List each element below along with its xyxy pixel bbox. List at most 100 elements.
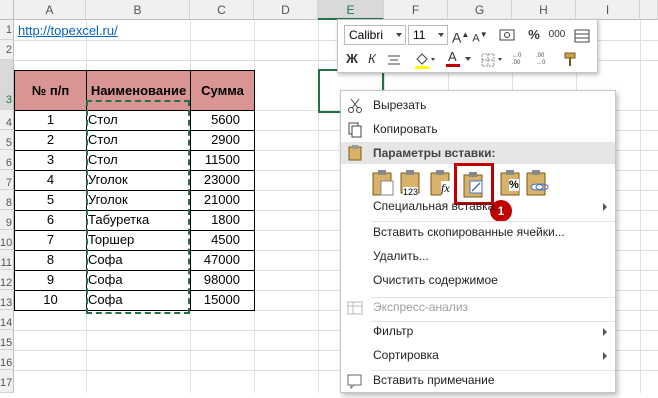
menu-item-clear[interactable]: Очистить содержимое bbox=[341, 268, 615, 293]
format-painter-icon bbox=[564, 52, 576, 66]
column-header-a[interactable]: A bbox=[14, 0, 86, 20]
chevron-down-icon bbox=[465, 57, 471, 61]
borders-button[interactable] bbox=[478, 49, 506, 69]
font-name-dropdown[interactable]: Calibri bbox=[344, 25, 406, 45]
chevron-right-icon bbox=[603, 203, 607, 211]
increase-decimal-button[interactable]: ←0 .00 bbox=[510, 49, 530, 69]
merge-icon bbox=[574, 29, 590, 43]
row-header-5[interactable]: 5 bbox=[0, 130, 14, 150]
menu-item-insert-comment-label: Вставить примечание bbox=[373, 373, 495, 387]
table-header-number[interactable]: № п/п bbox=[14, 70, 87, 111]
format-painter-button[interactable] bbox=[560, 49, 580, 69]
bold-button[interactable]: Ж bbox=[344, 49, 360, 69]
row-header-6[interactable]: 6 bbox=[0, 150, 14, 170]
table-cell-sum[interactable]: 15000 bbox=[190, 290, 255, 311]
menu-item-clear-label: Очистить содержимое bbox=[373, 273, 498, 287]
font-name-value: Calibri bbox=[349, 28, 384, 42]
row-header-10[interactable]: 10 bbox=[0, 230, 14, 250]
menu-item-quick-analysis-label: Экспресс-анализ bbox=[373, 300, 469, 314]
paste-options-header: Параметры вставки: bbox=[341, 142, 615, 164]
column-header-d[interactable]: D bbox=[254, 0, 318, 20]
font-size-dropdown[interactable]: 11 bbox=[408, 25, 448, 45]
copy-icon bbox=[347, 122, 363, 138]
table-cell-number[interactable]: 4 bbox=[14, 170, 87, 191]
column-header-i[interactable]: I bbox=[576, 0, 640, 20]
column-header-b[interactable]: B bbox=[86, 0, 190, 20]
row-header-14[interactable]: 14 bbox=[0, 310, 14, 330]
menu-item-insert-comment[interactable]: Вставить примечание bbox=[341, 368, 615, 393]
menu-item-cut-label: Вырезать bbox=[373, 98, 427, 112]
table-cell-number[interactable]: 2 bbox=[14, 130, 87, 151]
column-header-e[interactable]: E bbox=[318, 0, 384, 20]
comment-icon bbox=[347, 373, 363, 390]
italic-button[interactable]: К bbox=[364, 49, 380, 69]
column-header-h[interactable]: H bbox=[512, 0, 576, 20]
number-format-button[interactable] bbox=[494, 25, 522, 45]
table-cell-number[interactable]: 8 bbox=[14, 250, 87, 271]
fill-color-button[interactable] bbox=[410, 49, 438, 69]
row-header-16[interactable]: 16 bbox=[0, 350, 14, 370]
row-header-15[interactable]: 15 bbox=[0, 330, 14, 350]
mini-toolbar: Calibri 11 A▲ A▼ % 000 Ж К A ←0 .00 .00 … bbox=[337, 19, 598, 73]
menu-item-filter[interactable]: Фильтр bbox=[341, 319, 615, 344]
column-header-c[interactable]: C bbox=[190, 0, 254, 20]
row-header-13[interactable]: 13 bbox=[0, 290, 14, 310]
menu-item-copy[interactable]: Копировать bbox=[341, 117, 615, 142]
table-cell-number[interactable]: 9 bbox=[14, 270, 87, 291]
thousands-separator-button[interactable]: 000 bbox=[546, 25, 568, 45]
row-header-9[interactable]: 9 bbox=[0, 210, 14, 230]
menu-item-insert-copied-label: Вставить скопированные ячейки... bbox=[373, 225, 565, 239]
row-header-4[interactable]: 4 bbox=[0, 110, 14, 130]
svg-text:→0: →0 bbox=[536, 60, 546, 65]
row-header-2[interactable]: 2 bbox=[0, 40, 14, 60]
row-header-12[interactable]: 12 bbox=[0, 270, 14, 290]
table-cell-sum[interactable]: 4500 bbox=[190, 230, 255, 251]
quick-analysis-icon bbox=[347, 300, 363, 316]
table-cell-sum[interactable]: 11500 bbox=[190, 150, 255, 171]
menu-item-cut[interactable]: Вырезать bbox=[341, 93, 615, 118]
menu-item-paste-special[interactable]: Специальная вставка... bbox=[341, 194, 615, 219]
table-cell-sum[interactable]: 1800 bbox=[190, 210, 255, 231]
menu-item-delete[interactable]: Удалить... bbox=[341, 244, 615, 269]
grow-font-icon: A bbox=[452, 29, 462, 46]
chevron-right-icon bbox=[603, 352, 607, 360]
table-header-sum[interactable]: Сумма bbox=[190, 70, 255, 111]
merge-center-button[interactable] bbox=[572, 25, 592, 45]
menu-item-sort[interactable]: Сортировка bbox=[341, 343, 615, 368]
row-header-17[interactable]: 17 bbox=[0, 370, 14, 393]
select-all-corner[interactable] bbox=[0, 0, 14, 20]
row-header-11[interactable]: 11 bbox=[0, 250, 14, 270]
grow-font-button[interactable]: A▲ bbox=[452, 25, 469, 46]
percent-style-button[interactable]: % bbox=[526, 25, 542, 45]
table-cell-number[interactable]: 3 bbox=[14, 150, 87, 171]
shrink-font-button[interactable]: A▼ bbox=[472, 25, 488, 45]
table-cell-sum[interactable]: 23000 bbox=[190, 170, 255, 191]
table-cell-sum[interactable]: 98000 bbox=[190, 270, 255, 291]
row-header-3[interactable]: 3 bbox=[0, 60, 14, 110]
menu-item-insert-copied[interactable]: Вставить скопированные ячейки... bbox=[341, 220, 615, 245]
table-cell-number[interactable]: 10 bbox=[14, 290, 87, 311]
table-cell-sum[interactable]: 2900 bbox=[190, 130, 255, 151]
column-header-next[interactable] bbox=[640, 0, 658, 20]
table-cell-number[interactable]: 5 bbox=[14, 190, 87, 211]
hyperlink-cell[interactable]: http://topexcel.ru/ bbox=[18, 23, 118, 38]
column-header-g[interactable]: G bbox=[448, 0, 512, 20]
table-cell-sum[interactable]: 47000 bbox=[190, 250, 255, 271]
table-cell-number[interactable]: 7 bbox=[14, 230, 87, 251]
table-cell-sum[interactable]: 21000 bbox=[190, 190, 255, 211]
align-center-button[interactable] bbox=[384, 49, 404, 69]
increase-decimal-icon: ←0 .00 bbox=[512, 53, 522, 66]
row-header-8[interactable]: 8 bbox=[0, 190, 14, 210]
menu-item-quick-analysis[interactable]: Экспресс-анализ bbox=[341, 295, 615, 320]
clipboard-icon bbox=[347, 145, 363, 161]
row-header-7[interactable]: 7 bbox=[0, 170, 14, 190]
table-cell-number[interactable]: 1 bbox=[14, 110, 87, 131]
row-header-1[interactable]: 1 bbox=[0, 20, 14, 40]
font-color-button[interactable]: A bbox=[444, 49, 472, 69]
table-cell-sum[interactable]: 5600 bbox=[190, 110, 255, 131]
decrease-decimal-button[interactable]: .00 →0 bbox=[534, 49, 554, 69]
chevron-right-icon bbox=[603, 328, 607, 336]
column-header-f[interactable]: F bbox=[384, 0, 448, 20]
svg-text:←0: ←0 bbox=[512, 53, 522, 59]
table-cell-number[interactable]: 6 bbox=[14, 210, 87, 231]
